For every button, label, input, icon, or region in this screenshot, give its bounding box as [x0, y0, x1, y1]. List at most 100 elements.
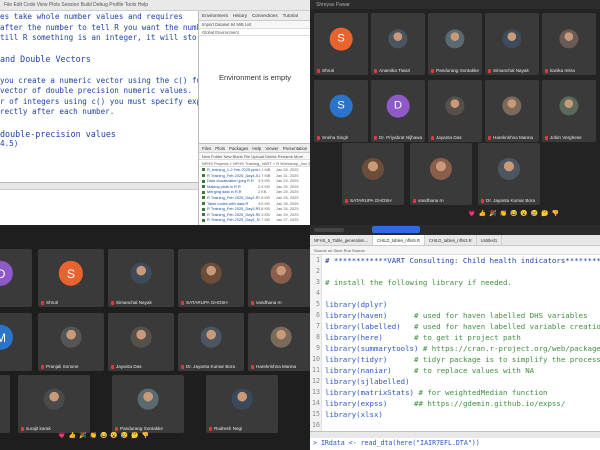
- participant-name: Jayanta Das: [431, 135, 462, 140]
- participant-tile[interactable]: Rudresh Negi: [206, 375, 278, 433]
- zoom-gallery-top: Shreyas Pawar S Shruti Anamika Tiwari Pandu…: [310, 0, 600, 225]
- reaction-button[interactable]: 🎉: [79, 432, 86, 439]
- participant-tile[interactable]: S Sneha Singh: [314, 80, 368, 142]
- files-toolbar[interactable]: New Folder New Blank File Upload Delete …: [199, 153, 310, 160]
- participant-tile[interactable]: Pandurang Sontakke: [112, 375, 184, 433]
- reaction-button[interactable]: 😮: [110, 432, 117, 439]
- participant-photo: [445, 96, 465, 116]
- file-name-text: R_training_1-2 Feb 2025.pptx: [207, 167, 258, 172]
- console-pane[interactable]: > IRdata <- read_dta(here("IAIR7EFL.DTA"…: [310, 431, 600, 450]
- participant-tile[interactable]: vandhana rn: [410, 143, 472, 205]
- participant-tile-partial[interactable]: [0, 375, 10, 433]
- editor-toolbar[interactable]: Source on Save Run Source: [310, 246, 600, 255]
- rstudio-menu-bar[interactable]: File Edit Code View Plots Session Build …: [0, 0, 310, 11]
- code-text: # ************VART Consulting: Child hea…: [325, 256, 600, 265]
- reaction-button[interactable]: 🤔: [541, 210, 548, 217]
- participant-photo: [270, 327, 292, 348]
- participant-tile[interactable]: Jayanta Das: [428, 80, 482, 142]
- files-tabs[interactable]: Files Plots Packages Help Viewer Present…: [199, 144, 310, 153]
- line-number: 4: [316, 289, 320, 297]
- reaction-button[interactable]: 👏: [499, 210, 506, 217]
- participant-tile[interactable]: Pranjali Sonone: [38, 313, 104, 371]
- tab-tutorial[interactable]: Tutorial: [283, 13, 298, 18]
- tab-environment[interactable]: Environment: [202, 13, 228, 18]
- reaction-button[interactable]: 😢: [531, 210, 538, 217]
- reaction-button[interactable]: 😮: [520, 210, 527, 217]
- reaction-button[interactable]: 😢: [121, 432, 128, 439]
- tab-files[interactable]: Files: [202, 146, 211, 151]
- environment-tabs[interactable]: Environment History Connections Tutorial: [199, 11, 310, 21]
- environment-scope[interactable]: Global Environment: [199, 29, 310, 36]
- code-line: till R something is an integer, it will …: [0, 33, 198, 43]
- participant-photo: [43, 389, 65, 410]
- editor-tabs[interactable]: NFHS_5_Table_generation... CHILD_tables_…: [310, 235, 600, 246]
- participant-tile[interactable]: Simanchal Nayak: [485, 13, 539, 75]
- participant-tile[interactable]: M: [0, 313, 32, 371]
- tab-child-tables-nfhs3[interactable]: CHILD_tables_nfhs3.R: [425, 235, 477, 245]
- reaction-bar[interactable]: 💗 👍 🎉 👏 😂 😮 😢 🤔 👎: [58, 432, 149, 439]
- tab-history[interactable]: History: [233, 13, 247, 18]
- participant-tile[interactable]: Dr. Jayanta Kumar Bora: [478, 143, 540, 205]
- participant-tile[interactable]: Jobin Verghese: [542, 80, 596, 142]
- participant-tile[interactable]: Simanchal Nayak: [108, 249, 174, 307]
- tab-packages[interactable]: Packages: [229, 146, 248, 151]
- reaction-button[interactable]: 🤔: [131, 432, 138, 439]
- reaction-button[interactable]: 👎: [552, 210, 559, 217]
- tab-help[interactable]: Help: [252, 146, 261, 151]
- reaction-button[interactable]: 👎: [142, 432, 149, 439]
- file-icon: [202, 179, 205, 183]
- participant-tile[interactable]: kanika mitra: [542, 13, 596, 75]
- participant-tile[interactable]: D Dr. Priyabrat Nijhawa: [371, 80, 425, 142]
- tab-plots[interactable]: Plots: [215, 146, 225, 151]
- zoom-controls[interactable]: [314, 228, 344, 232]
- tab-presentation[interactable]: Presentation: [283, 146, 308, 151]
- reaction-button[interactable]: 😂: [510, 210, 517, 217]
- code-comment: # for weightedMedian function: [414, 388, 548, 397]
- muted-mic-icon: [545, 68, 548, 73]
- file-icon: [202, 213, 205, 217]
- tab-child-tables-nfhs5[interactable]: CHILD_tables_nfhs5.R: [373, 235, 425, 245]
- reaction-button[interactable]: 🎉: [489, 210, 496, 217]
- reaction-button[interactable]: 💗: [58, 432, 65, 439]
- reaction-bar[interactable]: 💗 👍 🎉 👏 😂 😮 😢 🤔 👎: [468, 210, 559, 217]
- participant-tile[interactable]: Anamika Tiwari: [371, 13, 425, 75]
- participant-tile[interactable]: Harekrishna Manna: [485, 80, 539, 142]
- code-editor[interactable]: es take whole number values and requires…: [0, 12, 198, 182]
- code-editor[interactable]: # ************VART Consulting: Child hea…: [325, 255, 600, 431]
- tab-untitled1[interactable]: Untitled1: [477, 235, 503, 245]
- library-call: library(expss): [325, 399, 410, 408]
- tab-nfhs5-generation[interactable]: NFHS_5_Table_generation...: [310, 235, 374, 245]
- line-number: 7: [316, 322, 320, 330]
- reaction-button[interactable]: 👏: [89, 432, 96, 439]
- file-name-text: Data visualization jpeg R.R: [207, 178, 254, 184]
- participant-tile[interactable]: SATARUPA GHOSH: [342, 143, 404, 205]
- files-path[interactable]: NFHS Projects > NFHS Training_VART > R W…: [199, 160, 310, 167]
- file-name[interactable]: R Training_Feb 2025_Day4_Referenc.: [202, 217, 258, 223]
- participant-tile[interactable]: Ddhawa: [0, 249, 32, 307]
- code-line: library(naniar) # to replace values with…: [325, 365, 600, 376]
- participant-tile[interactable]: vandhana rn: [248, 249, 310, 307]
- file-row[interactable]: R Training_Feb 2025_Day4_Referenc.2.7 KB…: [199, 217, 310, 223]
- console-pane[interactable]: [0, 182, 198, 225]
- library-call: library(summarytools): [325, 344, 419, 353]
- participant-tile[interactable]: S Shruti: [38, 249, 104, 307]
- menu-text[interactable]: File Edit Code View Plots Session Build …: [4, 2, 148, 8]
- screen-share-indicator[interactable]: [372, 226, 420, 233]
- participant-tile[interactable]: Harekrishna Manna: [248, 313, 310, 371]
- participant-tile[interactable]: Dr. Jayanta Kumar Bora: [178, 313, 244, 371]
- tab-connections[interactable]: Connections: [252, 13, 278, 18]
- participant-tile[interactable]: Pandurang Sontakke: [428, 13, 482, 75]
- environment-toolbar[interactable]: Import Dataset 94 MiB List: [199, 21, 310, 29]
- tab-viewer[interactable]: Viewer: [265, 146, 278, 151]
- participant-tile[interactable]: S Shruti: [314, 13, 368, 75]
- participant-tile[interactable]: surajit karak: [18, 375, 90, 433]
- file-name-text: Table codes with data.R: [207, 200, 249, 206]
- reaction-button[interactable]: 💗: [468, 210, 475, 217]
- reaction-button[interactable]: 😂: [100, 432, 107, 439]
- participant-name: Rudresh Negi: [209, 426, 242, 431]
- reaction-button[interactable]: 👍: [478, 210, 485, 217]
- participant-tile[interactable]: SATARUPA GHOSH: [178, 249, 244, 307]
- participant-tile[interactable]: Jayanta Das: [108, 313, 174, 371]
- reaction-button[interactable]: 👍: [68, 432, 75, 439]
